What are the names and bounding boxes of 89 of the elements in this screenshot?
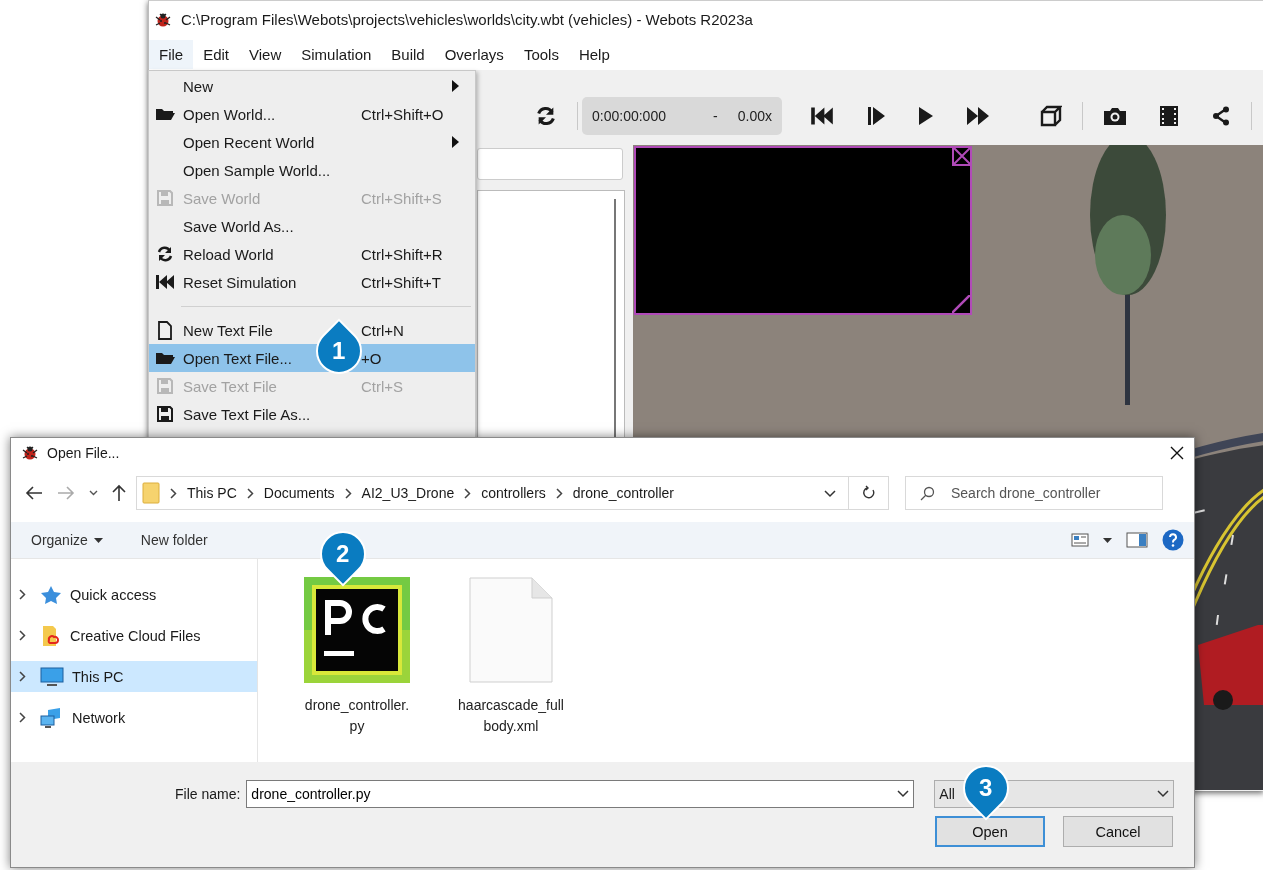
skip-back-icon: [155, 274, 175, 290]
play-icon[interactable]: [918, 106, 934, 126]
skip-back-icon[interactable]: [810, 106, 834, 126]
nav-item[interactable]: Quick access: [11, 579, 257, 610]
app-icon[interactable]: [304, 577, 410, 683]
breadcrumb[interactable]: drone_controller: [572, 485, 674, 501]
nav-item[interactable]: This PC: [11, 661, 257, 692]
file-name[interactable]: haarcascade_fullbody.xml: [458, 695, 564, 737]
folder-icon: [155, 350, 175, 366]
menu-item[interactable]: Save World As...: [149, 212, 475, 240]
menu-item[interactable]: Reload World Ctrl+Shift+R: [149, 240, 475, 268]
menu-item[interactable]: New: [149, 72, 475, 100]
menu-item[interactable]: Tools: [513, 39, 569, 69]
chevron-down-icon[interactable]: [89, 490, 98, 496]
reload-icon: [156, 245, 174, 263]
time-display: 0:00:00:000 - 0.00x: [582, 97, 782, 135]
menu-item[interactable]: Overlays: [434, 39, 514, 69]
scene-tree-field[interactable]: [477, 148, 623, 180]
breadcrumb[interactable]: controllers: [481, 485, 546, 501]
toolbar-button[interactable]: New folder: [140, 532, 208, 548]
chevron-right-icon: [464, 487, 472, 499]
share-icon[interactable]: [1211, 106, 1231, 126]
menu-item[interactable]: Open Recent World: [149, 128, 475, 156]
dialog-button[interactable]: Cancel: [1063, 816, 1173, 847]
window-title: C:\Program Files\Webots\projects\vehicles\worlds\city.wbt (vehicles) - Webots R2023a: [181, 11, 753, 28]
menu-item[interactable]: Reset Simulation Ctrl+Shift+T: [149, 268, 475, 296]
caret-icon[interactable]: [1103, 537, 1112, 543]
breadcrumb[interactable]: AI2_U3_Drone: [361, 485, 455, 501]
close-icon[interactable]: [1170, 446, 1184, 460]
field-label: File name:: [175, 786, 241, 802]
chevron-right-icon: [344, 487, 352, 499]
chevron-right-icon: [170, 487, 177, 499]
menu-item[interactable]: Simulation: [291, 39, 382, 69]
address-bar[interactable]: This PC Documents AI2_U3_Drone controllers drone_controller: [136, 476, 849, 510]
menu-item[interactable]: Open World... Ctrl+Shift+O: [149, 100, 475, 128]
chevron-right-icon: [19, 671, 26, 682]
refresh-icon: [861, 485, 876, 501]
step-forward-icon[interactable]: [866, 106, 886, 126]
film-icon[interactable]: [1159, 105, 1179, 127]
camera-icon[interactable]: [1103, 106, 1127, 126]
file-name-input[interactable]: drone_controller.py: [251, 786, 898, 802]
menu-item[interactable]: Help: [568, 39, 620, 69]
menu-item[interactable]: Save Text File As...: [149, 400, 475, 428]
file-name[interactable]: drone_controller.py: [304, 695, 410, 737]
view-options-icon[interactable]: [1071, 533, 1089, 547]
bug-icon: [21, 445, 39, 461]
dialog-button[interactable]: Open: [935, 816, 1045, 847]
breadcrumb[interactable]: Documents: [263, 485, 335, 501]
menu-item[interactable]: File: [149, 39, 194, 69]
reload-icon[interactable]: [535, 105, 557, 127]
help-icon[interactable]: [1162, 529, 1184, 551]
chevron-right-icon: [246, 487, 254, 499]
chevron-down-icon: [1157, 790, 1170, 798]
menu-item[interactable]: View: [239, 39, 292, 69]
dialog-title: Open File...: [47, 445, 120, 461]
refresh-button[interactable]: [849, 476, 889, 510]
breadcrumb[interactable]: This PC: [187, 485, 237, 501]
folder-icon: [142, 482, 160, 504]
chevron-right-icon: [19, 589, 26, 600]
menu-item[interactable]: Open Sample World...: [149, 156, 475, 184]
submenu-arrow-icon: [452, 136, 459, 148]
preview-pane-icon[interactable]: [1126, 532, 1148, 548]
menu-item[interactable]: Build: [381, 39, 435, 69]
chevron-down-icon: [897, 790, 910, 798]
search-input[interactable]: Search drone_controller: [949, 484, 1153, 502]
menu-item[interactable]: Edit: [193, 39, 240, 69]
monitor-icon: [40, 666, 64, 687]
search-field[interactable]: Search drone_controller: [905, 476, 1163, 510]
search-icon: [920, 485, 935, 501]
chevron-down-icon[interactable]: [824, 490, 836, 498]
nav-item[interactable]: Creative Cloud Files: [11, 620, 257, 651]
back-arrow-icon[interactable]: [25, 486, 43, 500]
submenu-arrow-icon: [452, 80, 459, 92]
folder-icon: [40, 624, 62, 647]
chevron-right-icon: [19, 630, 26, 641]
bug-icon: [154, 11, 172, 28]
toolbar-button[interactable]: Organize: [31, 532, 103, 548]
up-arrow-icon[interactable]: [112, 484, 126, 502]
document-icon: [157, 320, 173, 340]
nav-item[interactable]: Network: [11, 702, 257, 733]
cube-icon[interactable]: [1040, 105, 1062, 127]
chevron-right-icon: [555, 487, 563, 499]
resize-handle-icon[interactable]: [952, 295, 970, 313]
folder-icon: [155, 106, 175, 122]
chevron-right-icon: [19, 712, 26, 723]
star-icon: [40, 584, 62, 605]
fast-forward-icon[interactable]: [966, 106, 990, 126]
file-name-field[interactable]: drone_controller.py: [246, 780, 915, 808]
caret-icon: [93, 537, 103, 543]
